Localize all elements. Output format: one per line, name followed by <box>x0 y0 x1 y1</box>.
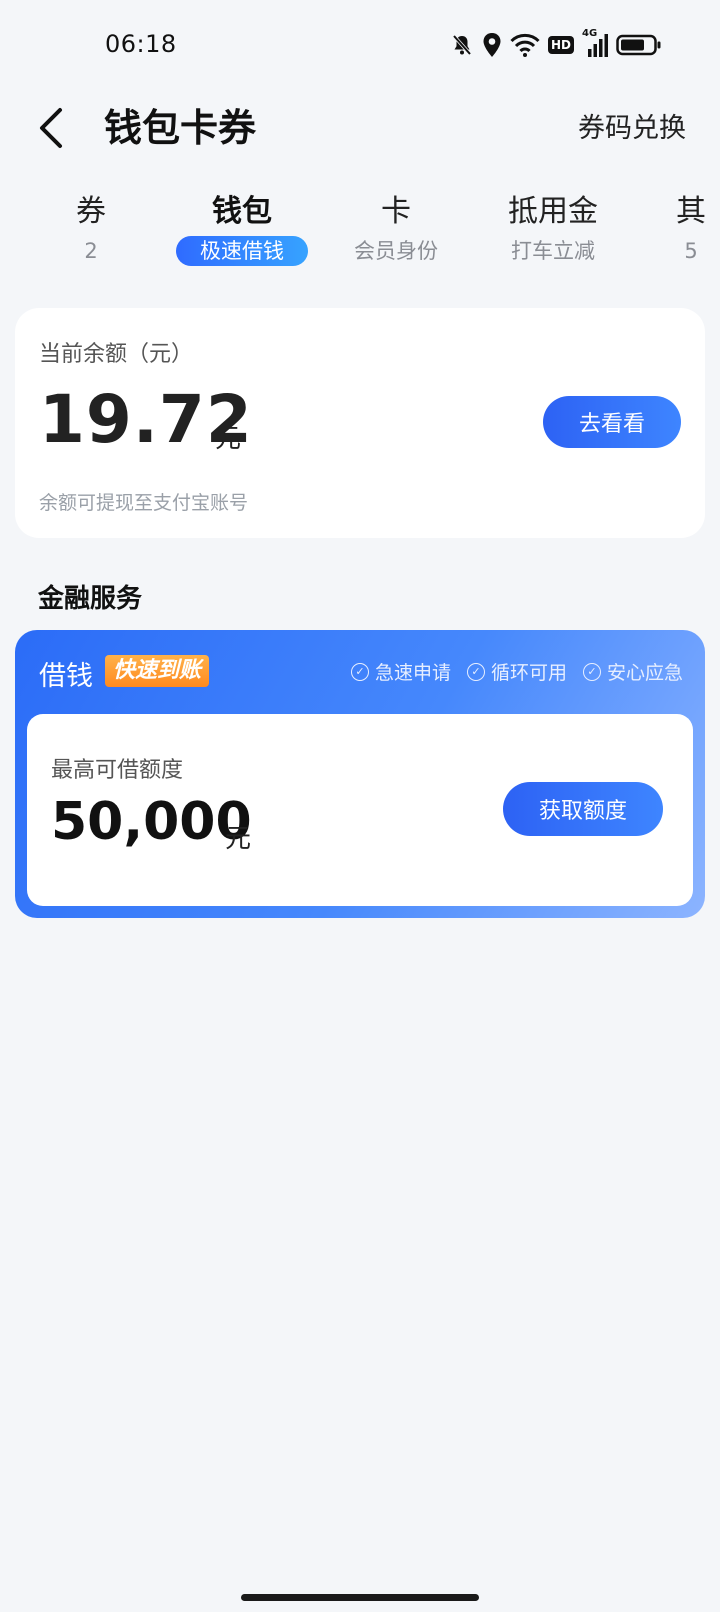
fast-arrival-badge: 快速到账 <box>105 655 210 687</box>
check-circle-icon: ✓ <box>466 662 485 681</box>
network-label: 4G <box>582 28 598 39</box>
back-button[interactable] <box>36 100 76 156</box>
limit-unit: 元 <box>225 824 252 854</box>
status-icons: HD 4G <box>450 28 662 62</box>
status-bar: 06:18 HD 4G <box>0 0 720 90</box>
tab-subtitle: 会员身份 <box>354 239 438 263</box>
balance-unit: 元 <box>215 424 242 454</box>
limit-amount: 50,000 <box>51 792 252 852</box>
tab-title: 钱包 <box>212 194 272 229</box>
signal-icon: 4G <box>582 28 608 58</box>
feature-label: 安心应急 <box>606 662 683 684</box>
redeem-code-link[interactable]: 券码兑换 <box>578 106 686 152</box>
status-time: 06:18 <box>105 30 177 58</box>
tab-badge: 极速借钱 <box>176 236 308 266</box>
tab-title: 券 <box>76 194 106 229</box>
feature-label: 循环可用 <box>490 662 567 684</box>
wifi-icon <box>510 33 540 57</box>
category-tabs: 券 2 钱包 极速借钱 卡 会员身份 抵用金 打车立减 其 5 <box>0 190 720 280</box>
tab-subtitle: 打车立减 <box>511 239 595 263</box>
home-indicator[interactable] <box>241 1594 479 1601</box>
limit-label: 最高可借额度 <box>51 758 184 783</box>
tab-title: 其 <box>676 194 706 229</box>
balance-card: 当前余额（元） 19.72 元 余额可提现至支付宝账号 去看看 <box>15 308 705 538</box>
section-title-finance: 金融服务 <box>38 584 143 614</box>
feature-item: ✓ 急速申请 <box>350 658 451 685</box>
get-quota-button[interactable]: 获取额度 <box>503 782 663 836</box>
page-title: 钱包卡券 <box>104 106 257 150</box>
chevron-left-icon <box>40 108 62 148</box>
tab-count: 5 <box>684 239 698 263</box>
tab-cards[interactable]: 卡 会员身份 <box>354 190 438 266</box>
balance-note: 余额可提现至支付宝账号 <box>39 492 249 514</box>
loan-card[interactable]: 借钱 快速到账 ✓ 急速申请 ✓ 循环可用 ✓ 安心应急 最高可借额度 50,0… <box>15 630 705 918</box>
hd-icon: HD <box>547 36 574 54</box>
tab-title: 抵用金 <box>508 194 598 229</box>
location-icon <box>482 32 502 58</box>
loan-title: 借钱 <box>39 661 93 692</box>
feature-item: ✓ 安心应急 <box>582 658 683 685</box>
feature-item: ✓ 循环可用 <box>466 658 567 685</box>
battery-icon <box>616 33 662 57</box>
tab-other[interactable]: 其 5 <box>676 190 706 266</box>
balance-label: 当前余额（元） <box>39 342 194 367</box>
tab-coupons[interactable]: 券 2 <box>76 190 106 266</box>
feature-label: 急速申请 <box>374 662 451 684</box>
tab-title: 卡 <box>381 194 411 229</box>
tab-count: 2 <box>84 239 98 263</box>
loan-features: ✓ 急速申请 ✓ 循环可用 ✓ 安心应急 <box>350 658 683 685</box>
tab-vouchers[interactable]: 抵用金 打车立减 <box>508 190 598 266</box>
check-circle-icon: ✓ <box>350 662 369 681</box>
view-balance-button[interactable]: 去看看 <box>543 396 681 448</box>
bell-muted-icon <box>450 33 474 57</box>
loan-limit-panel: 最高可借额度 50,000 元 获取额度 <box>27 714 693 906</box>
tab-wallet[interactable]: 钱包 极速借钱 <box>176 190 308 266</box>
check-circle-icon: ✓ <box>582 662 601 681</box>
